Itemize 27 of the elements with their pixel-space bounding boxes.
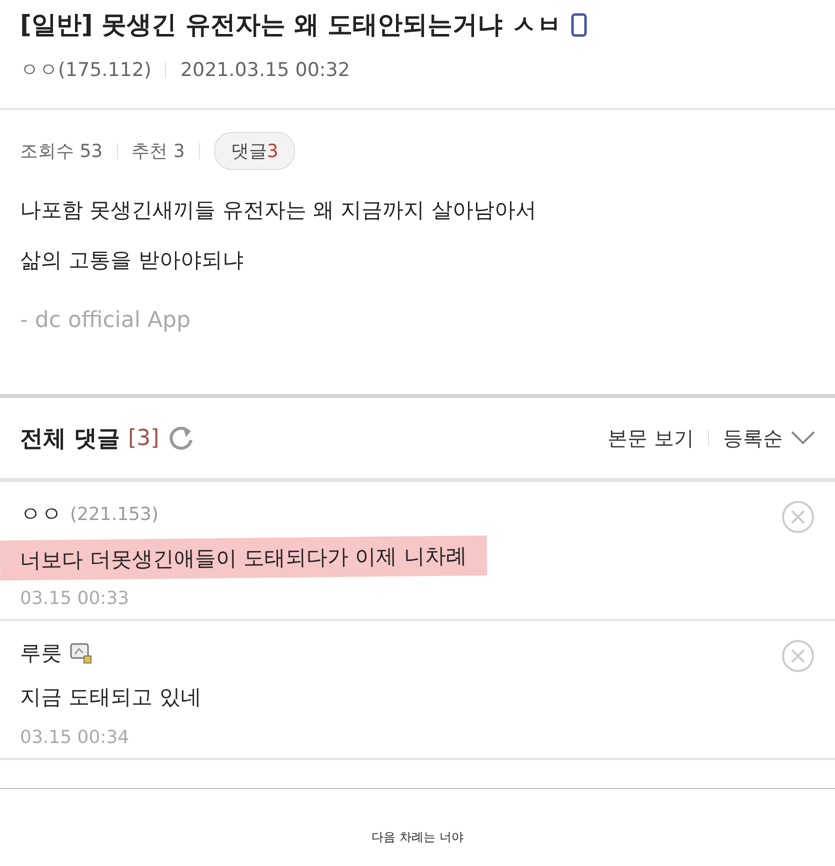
post-date: 2021.03.15 00:32: [180, 59, 350, 81]
phone-icon: [571, 12, 588, 36]
comments-title: 전체 댓글: [20, 424, 120, 454]
post-signature: - dc official App: [20, 308, 192, 333]
refresh-icon[interactable]: [167, 424, 196, 452]
comment-text: 지금 도태되고 있네: [19, 684, 202, 711]
comment-ip: (221.153): [70, 504, 158, 524]
chevron-down-icon: [791, 431, 815, 445]
delete-icon[interactable]: [781, 639, 815, 673]
recommend-count: 추천 3: [132, 140, 185, 163]
view-post-link[interactable]: 본문 보기: [608, 424, 694, 452]
post-author: ㅇㅇ(175.112): [20, 58, 152, 83]
sort-dropdown[interactable]: 등록순: [723, 424, 815, 452]
post-body-line: 삶의 고통을 받아야되냐: [20, 247, 244, 274]
comment-date: 03.15 00:33: [20, 588, 130, 609]
post-body-line: 나포함 못생긴새끼들 유전자는 왜 지금까지 살아남아서: [20, 197, 538, 224]
comment-text: 너보다 더못생긴애들이 도태되다가 이제 니차례: [0, 535, 487, 581]
comment-author: 루릇: [20, 640, 62, 667]
image-caption: 다음 차례는 너야: [372, 829, 464, 846]
comments-count: [3]: [128, 426, 160, 450]
post-title: [일반] 못생긴 유전자는 왜 도태안되는거냐 ㅅㅂ: [20, 9, 562, 41]
delete-icon[interactable]: [781, 500, 815, 534]
comment-author: ㅇㅇ: [20, 501, 62, 528]
comment-count-badge[interactable]: 댓글3: [214, 132, 296, 170]
view-count: 조회수 53: [20, 140, 103, 163]
member-icon: [70, 642, 92, 664]
comment-date: 03.15 00:34: [20, 727, 130, 748]
